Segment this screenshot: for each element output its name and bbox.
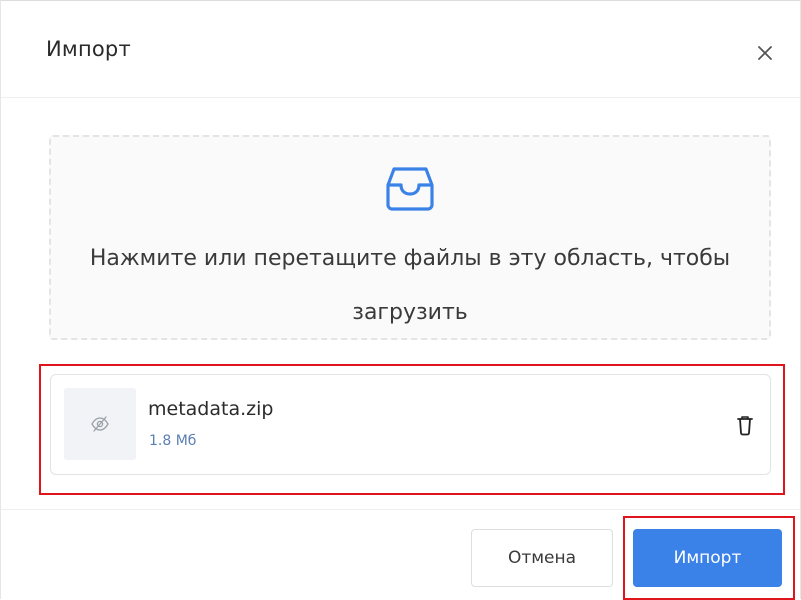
cancel-button[interactable]: Отмена bbox=[471, 529, 613, 587]
footer-divider bbox=[1, 509, 800, 510]
import-button[interactable]: Импорт bbox=[633, 529, 782, 587]
file-name: metadata.zip bbox=[148, 398, 274, 420]
uploaded-file-item: metadata.zip 1.8 Мб bbox=[50, 374, 771, 475]
inbox-icon bbox=[382, 163, 438, 213]
dialog-title: Импорт bbox=[46, 37, 131, 61]
import-dialog: Импорт Нажмите или перетащите файлы в эт… bbox=[0, 0, 801, 600]
dialog-header: Импорт bbox=[1, 1, 800, 98]
file-size: 1.8 Мб bbox=[149, 433, 197, 449]
close-icon[interactable] bbox=[751, 39, 779, 67]
upload-dropzone[interactable]: Нажмите или перетащите файлы в эту облас… bbox=[49, 135, 771, 340]
trash-icon[interactable] bbox=[735, 414, 755, 436]
eye-off-icon bbox=[91, 416, 109, 432]
dropzone-hint: Нажмите или перетащите файлы в эту облас… bbox=[89, 246, 731, 325]
file-thumbnail bbox=[64, 388, 136, 460]
